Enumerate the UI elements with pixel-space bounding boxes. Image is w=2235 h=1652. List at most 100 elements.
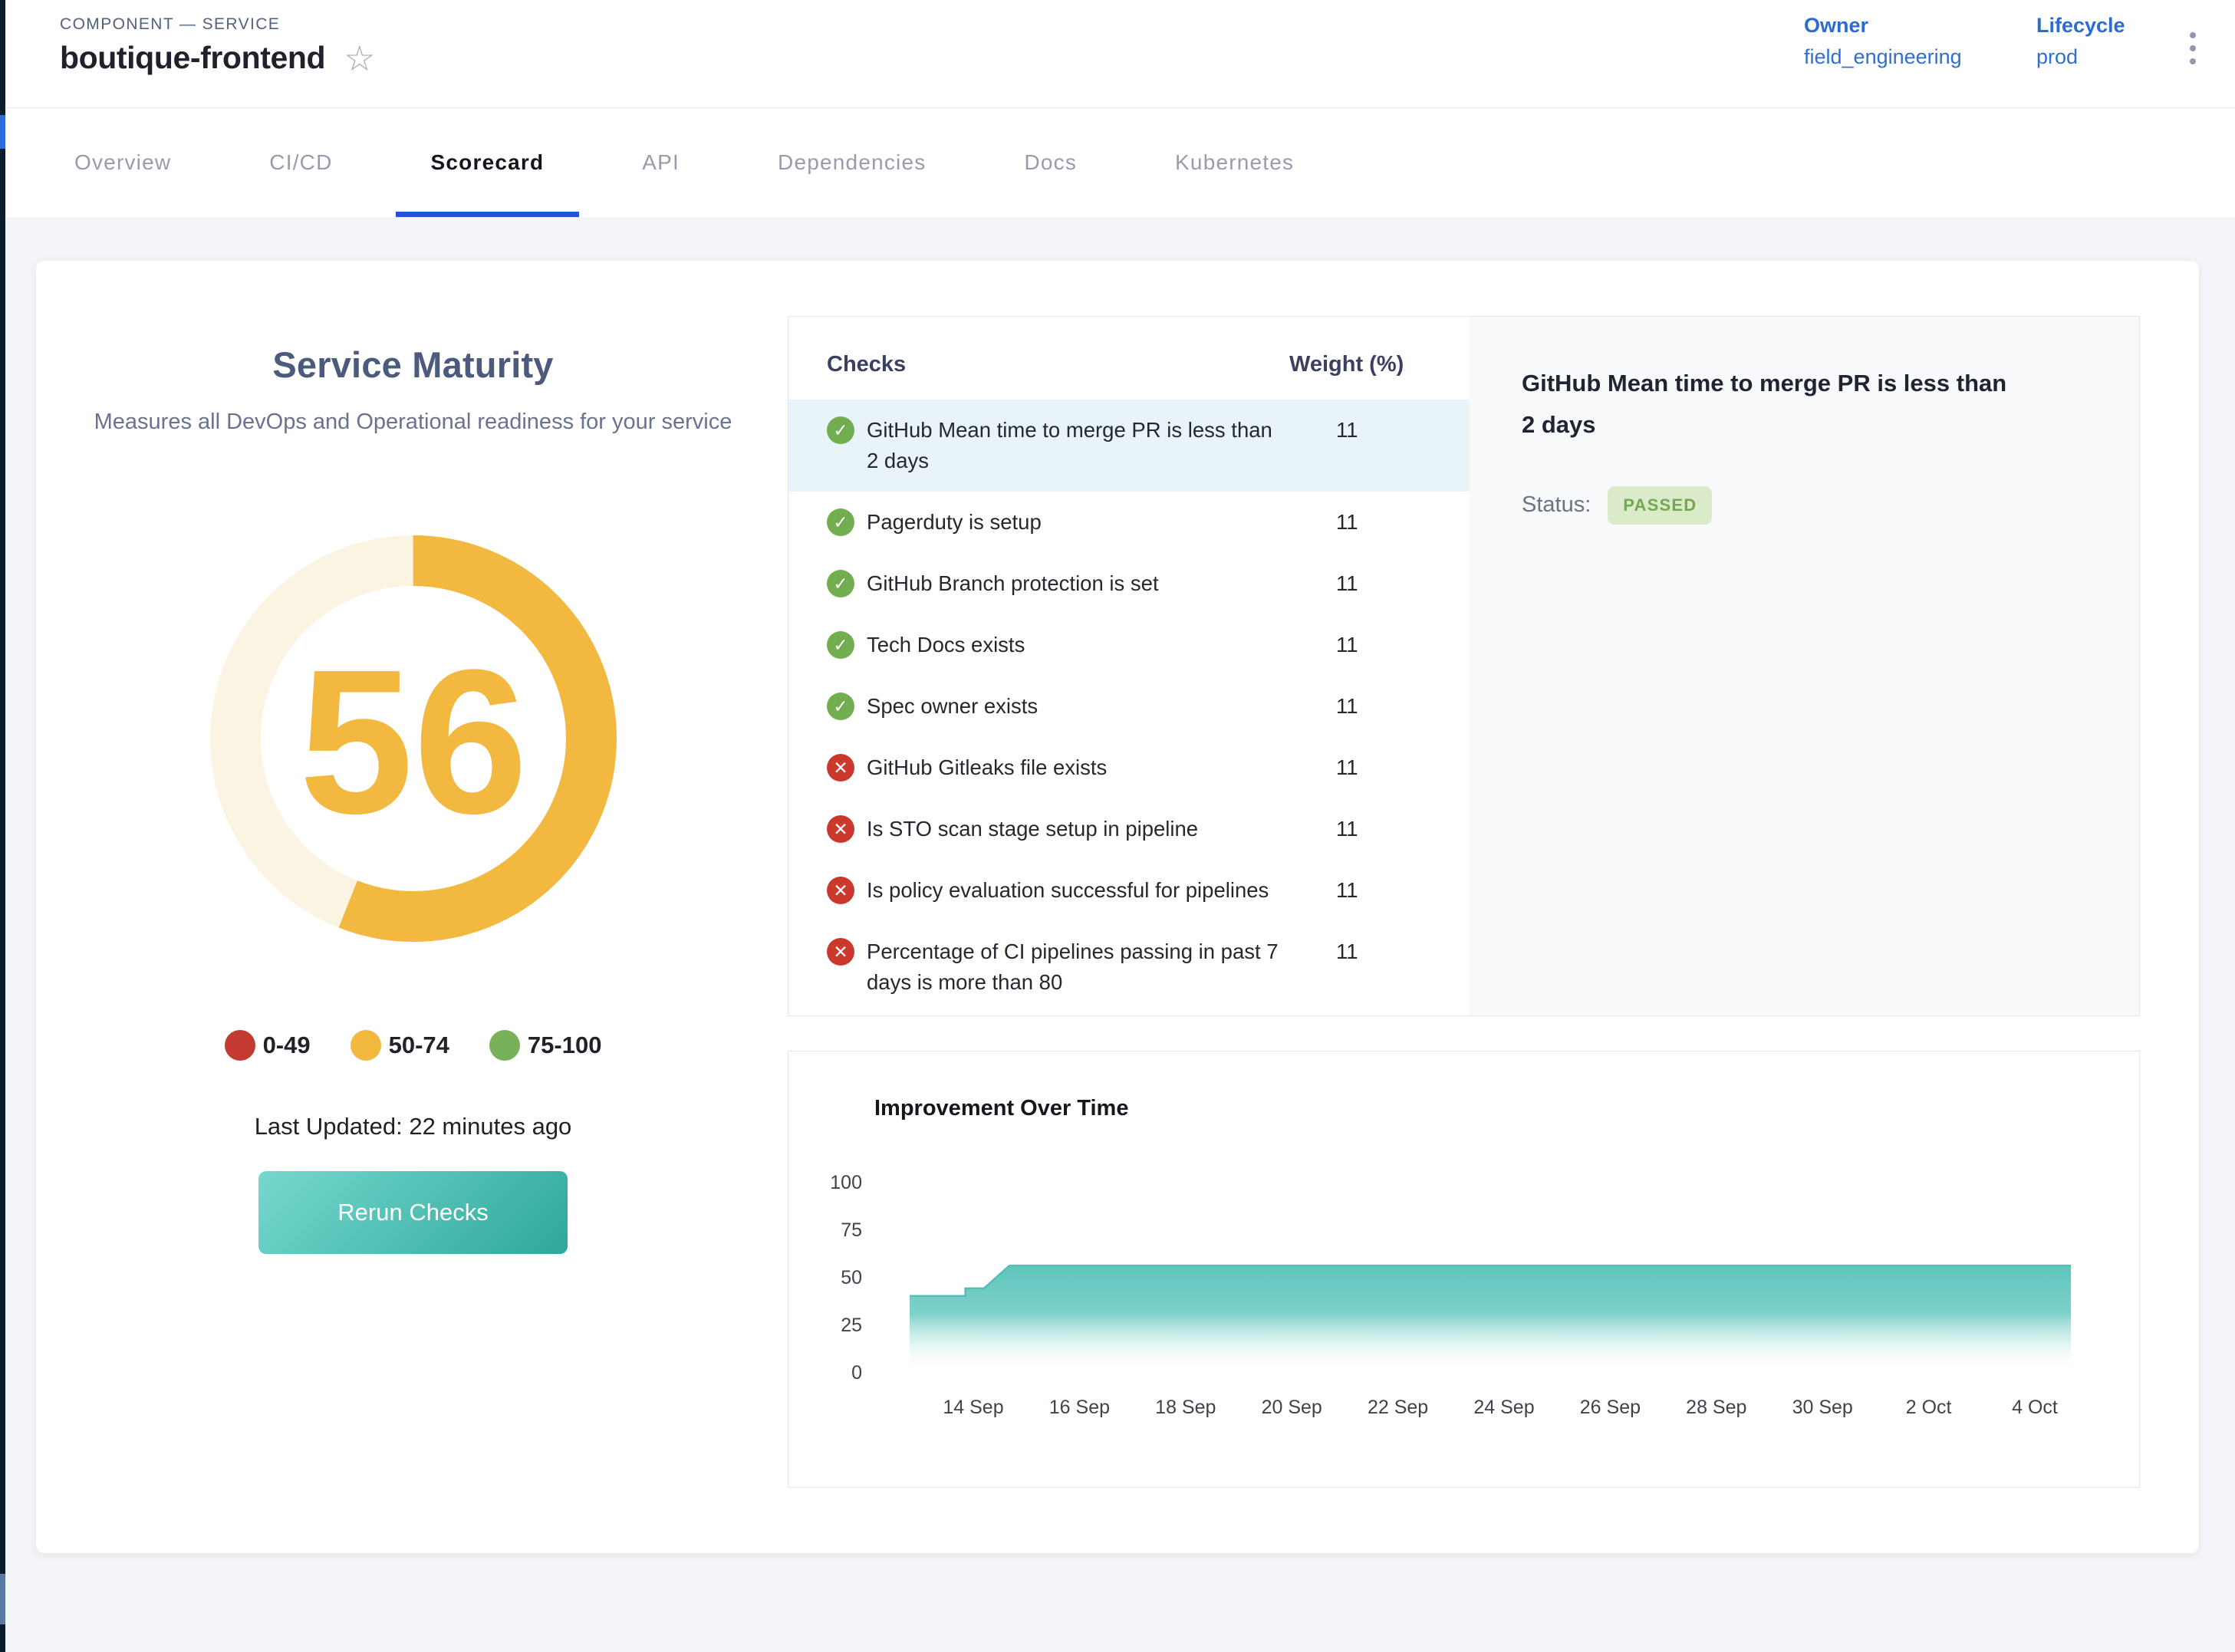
legend-label: 50-74 [389,1032,449,1059]
tab-dependencies[interactable]: Dependencies [778,108,926,217]
kebab-menu-icon[interactable] [2185,28,2200,69]
collapsed-sidenav [0,0,5,1652]
maturity-gauge: 56 [36,524,790,953]
check-weight: 11 [1287,415,1444,446]
y-tick-label: 25 [841,1315,862,1336]
check-weight: 11 [1287,752,1444,783]
check-name: Is STO scan stage setup in pipeline [867,814,1287,844]
check-failed-icon: ✕ [827,938,854,966]
check-name: Pagerduty is setup [867,507,1287,538]
check-row[interactable]: ✓ GitHub Mean time to merge PR is less th… [788,400,1470,492]
check-row[interactable]: ✕ Is policy evaluation successful for pip… [788,860,1470,921]
service-maturity-section: Service Maturity Measures all DevOps and… [36,261,790,1553]
rerun-checks-button[interactable]: Rerun Checks [258,1171,568,1254]
x-tick-label: 4 Oct [2012,1397,2058,1418]
check-detail-panel: GitHub Mean time to merge PR is less tha… [1470,317,2139,1015]
check-detail-title: GitHub Mean time to merge PR is less tha… [1522,363,2020,446]
owner-value-link[interactable]: field_engineering [1804,45,1962,69]
tab-overview[interactable]: Overview [74,108,171,217]
lifecycle-value: prod [2036,45,2125,69]
last-updated-text: Last Updated: 22 minutes ago [36,1113,790,1140]
checks-list: Checks Weight (%) ✓ GitHub Mean time to m… [788,317,1470,1015]
check-weight: 11 [1287,814,1444,844]
legend-dot-icon [225,1030,255,1061]
lifecycle-block: Lifecycle prod [2036,14,2125,69]
scorecard-subtitle: Measures all DevOps and Operational read… [76,406,751,438]
check-row[interactable]: ✓GitHub Branch protection is set11 [788,553,1470,614]
x-tick-label: 20 Sep [1262,1397,1322,1418]
check-weight: 11 [1287,630,1444,660]
legend-dot-icon [351,1030,381,1061]
x-tick-label: 14 Sep [943,1397,1003,1418]
legend-item: 75-100 [489,1030,602,1061]
check-name: Spec owner exists [867,691,1287,722]
legend-label: 75-100 [528,1032,602,1059]
owner-label: Owner [1804,14,1962,38]
check-failed-icon: ✕ [827,754,854,782]
check-weight: 11 [1287,936,1444,967]
scorecard-title: Service Maturity [36,344,790,386]
legend-item: 0-49 [225,1030,311,1061]
checks-list-header: Checks Weight (%) [788,349,1470,380]
y-tick-label: 50 [841,1267,862,1288]
check-row[interactable]: ✕ GitHub Gitleaks file exists11 [788,737,1470,798]
x-tick-label: 30 Sep [1792,1397,1853,1418]
check-row[interactable]: ✓ Spec owner exists11 [788,676,1470,737]
breadcrumb: COMPONENT — SERVICE [60,15,280,34]
check-failed-icon: ✕ [827,877,854,904]
check-rows: ✓ GitHub Mean time to merge PR is less th… [788,400,1470,1013]
content-area: Service Maturity Measures all DevOps and… [5,217,2235,1652]
tab-bar: Overview CI/CD Scorecard API Dependencies Doc… [5,108,2235,217]
check-passed-icon: ✓ [827,693,854,720]
check-weight: 11 [1287,691,1444,722]
check-row[interactable]: ✕ Is STO scan stage setup in pipeline11 [788,798,1470,860]
legend-dot-icon [489,1030,520,1061]
favorite-star-icon[interactable]: ☆ [344,41,375,76]
scorecard-card: Service Maturity Measures all DevOps and… [36,261,2199,1553]
improvement-area-chart: 025507510014 Sep16 Sep18 Sep20 Sep22 Sep… [788,1051,2139,1487]
weight-column-header: Weight (%) [1289,352,1447,377]
check-name: Percentage of CI pipelines passing in pa… [867,936,1287,998]
sidenav-bottom-indicator [0,1574,5,1624]
check-row[interactable]: ✕ Percentage of CI pipelines passing in p… [788,921,1470,1013]
tab-ci-cd[interactable]: CI/CD [269,108,332,217]
x-tick-label: 18 Sep [1155,1397,1216,1418]
x-tick-label: 28 Sep [1686,1397,1746,1418]
tab-docs[interactable]: Docs [1024,108,1077,217]
y-tick-label: 100 [830,1172,862,1193]
check-row[interactable]: ✓Tech Docs exists11 [788,614,1470,676]
status-label: Status: [1522,492,1591,518]
legend-item: 50-74 [351,1030,449,1061]
x-tick-label: 22 Sep [1368,1397,1428,1418]
check-weight: 11 [1287,875,1444,906]
checks-panel: Checks Weight (%) ✓ GitHub Mean time to m… [788,316,2140,1016]
check-passed-icon: ✓ [827,508,854,536]
check-name: GitHub Mean time to merge PR is less tha… [867,415,1287,476]
score-legend: 0-49 50-74 75-100 [36,1030,790,1061]
area-series [910,1265,2071,1372]
gauge-score: 56 [298,627,527,857]
owner-block: Owner field_engineering [1804,14,1962,69]
title-row: boutique-frontend ☆ [60,40,375,76]
check-passed-icon: ✓ [827,416,854,444]
tab-scorecard[interactable]: Scorecard [431,108,545,217]
status-badge: PASSED [1608,486,1712,525]
tab-api[interactable]: API [642,108,680,217]
check-weight: 11 [1287,568,1444,599]
y-tick-label: 75 [841,1219,862,1241]
check-name: Is policy evaluation successful for pipe… [867,875,1287,906]
page-header: COMPONENT — SERVICE boutique-frontend ☆ … [5,0,2235,108]
check-failed-icon: ✕ [827,815,854,843]
check-status-row: Status: PASSED [1522,486,2093,525]
tab-kubernetes[interactable]: Kubernetes [1175,108,1294,217]
check-name: Tech Docs exists [867,630,1287,660]
check-weight: 11 [1287,507,1444,538]
checks-column-header: Checks [827,352,1289,377]
lifecycle-label: Lifecycle [2036,14,2125,38]
page-title: boutique-frontend [60,40,325,76]
x-tick-label: 26 Sep [1580,1397,1641,1418]
check-name: GitHub Gitleaks file exists [867,752,1287,783]
y-tick-label: 0 [851,1362,862,1384]
sidenav-active-indicator [0,115,5,149]
check-row[interactable]: ✓ Pagerduty is setup11 [788,492,1470,553]
